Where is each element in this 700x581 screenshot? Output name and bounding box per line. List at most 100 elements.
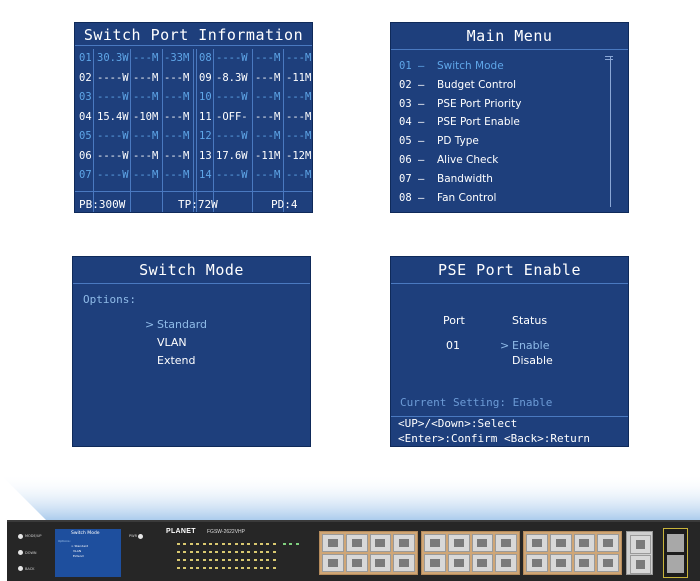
rj45-port[interactable] [526,554,548,572]
table-divider [162,49,163,212]
rj45-port[interactable] [495,554,517,572]
switch-port-information-panel: Switch Port Information 01 30.3W ---M -33M 0… [74,22,313,213]
table-cell: ----W [216,52,248,64]
rj45-port[interactable] [549,534,572,552]
table-cell: ---M [255,130,281,142]
menu-item[interactable]: 08 – Fan Control [399,189,496,207]
led-row [177,543,276,545]
table-divider [283,49,284,212]
status-option-disable[interactable]: Disable [512,354,553,367]
table-cell: ---M [255,91,281,103]
rj45-port[interactable] [471,534,494,552]
uplink-led-row [283,543,299,545]
options-label: Options: [83,293,136,306]
menu-item[interactable]: 05 – PD Type [399,132,479,150]
rj45-port[interactable] [322,554,344,572]
rj45-port[interactable] [424,534,446,552]
sfp-slot[interactable] [667,534,684,552]
menu-item-number: 03 – [399,97,425,110]
menu-item-label: PSE Port Enable [437,116,520,129]
back-button[interactable] [18,566,23,571]
table-cell: 09 [199,71,212,84]
sfp-slot[interactable] [667,555,684,573]
table-cell: ----W [97,130,129,142]
option-extend[interactable]: Extend [145,354,196,367]
table-cell: 12 [199,130,212,142]
table-cell: ---M [255,169,281,181]
mode-up-button[interactable] [18,534,23,539]
table-cell: ---M [286,110,312,123]
key-help-confirm: <Enter>:Confirm <Back>:Return [398,432,591,445]
rj45-port[interactable] [573,554,596,572]
status-option-enable[interactable]: Enable [512,339,549,352]
table-cell: -33M [164,52,190,64]
menu-item[interactable]: 01 – Switch Mode [399,57,504,75]
menu-item[interactable]: 06 – Alive Check [399,151,498,169]
table-cell: 10 [199,91,212,103]
lcd-item: > Standard [71,544,89,548]
menu-item-number: 08 – [399,191,425,204]
menu-item[interactable]: 04 – PSE Port Enable [399,113,520,131]
rj45-port[interactable] [526,534,548,552]
lcd-item: Extend [73,554,84,558]
model-name: FGSW-2622VHP [207,529,245,535]
table-divider [130,49,131,212]
menu-item[interactable]: 02 – Budget Control [399,76,516,94]
table-cell: ---M [255,71,281,84]
menu-scrollbar[interactable] [610,57,611,207]
option-vlan[interactable]: VLAN [145,336,187,349]
rj45-port[interactable] [322,534,344,552]
rj45-port[interactable] [345,554,368,572]
rj45-port[interactable] [393,554,415,572]
menu-scroll-thumb[interactable] [605,56,613,60]
rj45-port[interactable] [495,534,517,552]
rj45-port[interactable] [573,534,596,552]
key-help-select: <UP>/<Down>:Select [398,417,518,430]
down-button[interactable] [18,550,23,555]
menu-item-number: 02 – [399,78,425,91]
current-setting: Current Setting: Enable [400,396,553,409]
lcd-options-label: Options: [58,539,71,543]
table-cell: -11M [286,71,312,84]
table-cell: ---M [286,130,312,142]
menu-item-label: PSE Port Priority [437,97,522,110]
table-cell: ---M [286,91,312,103]
table-cell: 06 [79,149,92,162]
rj45-port[interactable] [447,534,470,552]
table-cell: 15.4W [97,110,129,123]
rj45-port[interactable] [424,554,446,572]
uplink-rj45-port[interactable] [630,535,651,554]
table-cell: ----W [97,149,129,162]
table-divider [196,49,197,212]
led-row [177,551,276,553]
device-lcd-screen: Switch Mode Options: > Standard VLAN Ext… [55,529,121,577]
uplink-rj45-port[interactable] [630,555,651,574]
rj45-port[interactable] [369,534,392,552]
rj45-port[interactable] [393,534,415,552]
table-cell: ---M [286,169,312,181]
port-header: Port [443,314,465,327]
menu-item[interactable]: 07 – Bandwidth [399,170,493,188]
menu-item[interactable]: 03 – PSE Port Priority [399,95,522,113]
power-budget: PB:300W [79,198,126,211]
table-cell: ---M [164,71,190,84]
table-divider [193,49,194,212]
rj45-port[interactable] [549,554,572,572]
rj45-port[interactable] [597,534,619,552]
table-cell: ---M [133,169,159,181]
selection-arrow: > [145,318,155,331]
pwr-label: PWR [129,534,138,538]
rj45-port[interactable] [369,554,392,572]
main-menu-panel: Main Menu 01 – Switch Mode 02 – Budget Cont… [390,22,629,213]
rj45-port[interactable] [345,534,368,552]
table-cell: 13 [199,149,212,162]
rj45-port[interactable] [597,554,619,572]
sfp-slot-pair [663,528,688,578]
rj45-port[interactable] [447,554,470,572]
rj45-port[interactable] [471,554,494,572]
table-divider [213,49,214,212]
table-cell: ---M [133,149,159,162]
table-cell: ---M [164,130,190,142]
option-standard[interactable]: > Standard [145,318,207,331]
table-cell: 14 [199,169,212,181]
